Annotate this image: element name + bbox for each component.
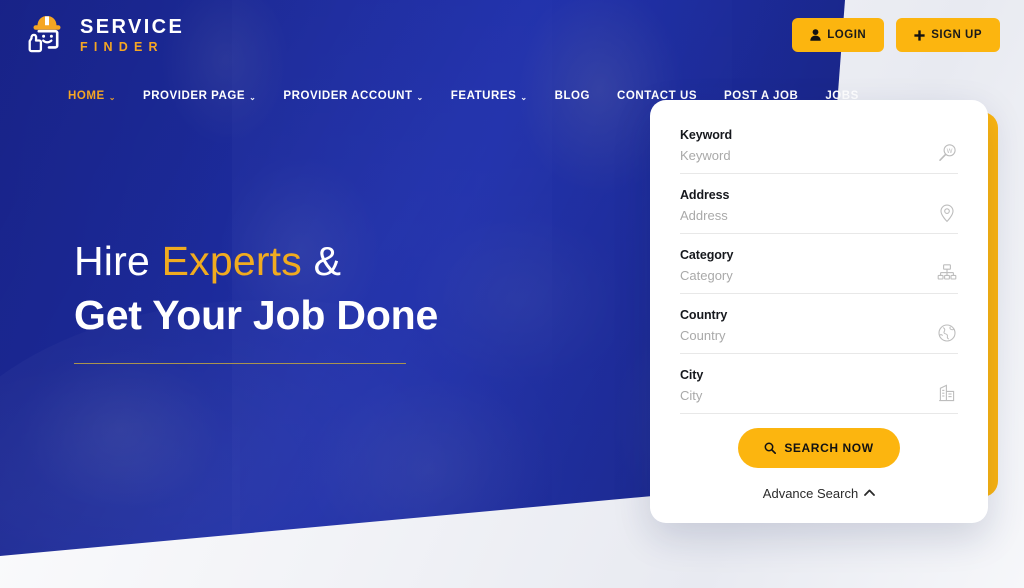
hero-line1-post: & xyxy=(301,238,342,284)
search-field-keyword: Keyword W xyxy=(680,128,958,174)
nav-item-provider-account[interactable]: PROVIDER ACCOUNT ⌄ xyxy=(283,90,423,102)
svg-text:W: W xyxy=(947,149,953,155)
nav-item-provider-page[interactable]: PROVIDER PAGE ⌄ xyxy=(143,90,256,102)
chevron-down-icon: ⌄ xyxy=(249,92,257,102)
city-input[interactable] xyxy=(680,388,900,403)
sitemap-icon xyxy=(936,262,958,284)
nav-label: PROVIDER ACCOUNT xyxy=(283,90,413,102)
hero-copy: Hire Experts & Get Your Job Done xyxy=(74,237,439,365)
page-root: SERVICE FINDER HOME ⌄ PROVIDER PAGE ⌄ PR… xyxy=(0,0,1024,588)
brand-name-bottom: FINDER xyxy=(80,39,164,54)
search-field-country: Country xyxy=(680,308,958,354)
hero-heading-line-2: Get Your Job Done xyxy=(74,292,439,339)
login-button[interactable]: LOGIN xyxy=(792,18,885,52)
login-label: LOGIN xyxy=(827,29,867,41)
chevron-down-icon: ⌄ xyxy=(108,92,116,102)
chevron-down-icon: ⌄ xyxy=(520,92,528,102)
plus-icon xyxy=(914,29,925,41)
advance-search-toggle[interactable]: Advance Search xyxy=(680,486,958,501)
worker-hardhat-thumbsup-icon xyxy=(24,12,70,56)
field-label: Address xyxy=(680,188,730,202)
nav-label: PROVIDER PAGE xyxy=(142,90,246,102)
hero-heading-line-1: Hire Experts & xyxy=(74,237,438,285)
search-card: Keyword W Address xyxy=(650,100,988,523)
field-label: City xyxy=(680,368,704,382)
address-input[interactable] xyxy=(680,208,900,223)
chevron-down-icon: ⌄ xyxy=(416,92,424,102)
hero-line1-pre: Hire xyxy=(74,238,162,284)
signup-button[interactable]: SIGN UP xyxy=(896,18,1000,52)
nav-label: BLOG xyxy=(554,90,591,102)
search-now-label: SEARCH NOW xyxy=(784,441,874,455)
building-icon xyxy=(936,382,958,404)
category-input[interactable] xyxy=(680,268,900,283)
advance-search-label: Advance Search xyxy=(762,486,859,501)
brand-logo[interactable]: SERVICE FINDER xyxy=(24,12,184,56)
search-field-city: City xyxy=(680,368,958,414)
magnifier-w-icon: W xyxy=(936,142,958,164)
keyword-input[interactable] xyxy=(680,148,900,163)
hero-divider-rule xyxy=(74,362,406,365)
search-field-address: Address xyxy=(680,188,958,234)
nav-item-home[interactable]: HOME ⌄ xyxy=(68,90,116,102)
nav-item-blog[interactable]: BLOG xyxy=(555,90,590,102)
signup-label: SIGN UP xyxy=(931,29,982,41)
field-label: Country xyxy=(680,308,728,322)
chevron-up-icon xyxy=(864,489,876,496)
field-label: Category xyxy=(680,248,734,262)
brand-wordmark: SERVICE FINDER xyxy=(80,15,184,54)
search-now-button[interactable]: SEARCH NOW xyxy=(738,428,900,468)
search-field-category: Category xyxy=(680,248,958,294)
nav-label: FEATURES xyxy=(450,90,517,102)
nav-item-features[interactable]: FEATURES ⌄ xyxy=(451,90,528,102)
brand-name-top: SERVICE xyxy=(80,15,185,38)
globe-icon xyxy=(936,322,958,344)
map-pin-icon xyxy=(936,202,958,224)
nav-label: HOME xyxy=(68,90,105,102)
search-icon xyxy=(764,442,777,454)
user-icon xyxy=(810,29,821,41)
field-label: Keyword xyxy=(680,128,733,142)
hero-line1-highlight: Experts xyxy=(161,238,302,284)
country-input[interactable] xyxy=(680,328,900,343)
search-card-wrapper: Keyword W Address xyxy=(650,100,998,523)
site-header: SERVICE FINDER HOME ⌄ PROVIDER PAGE ⌄ PR… xyxy=(0,0,1024,102)
auth-button-group: LOGIN SIGN UP xyxy=(792,18,1000,52)
